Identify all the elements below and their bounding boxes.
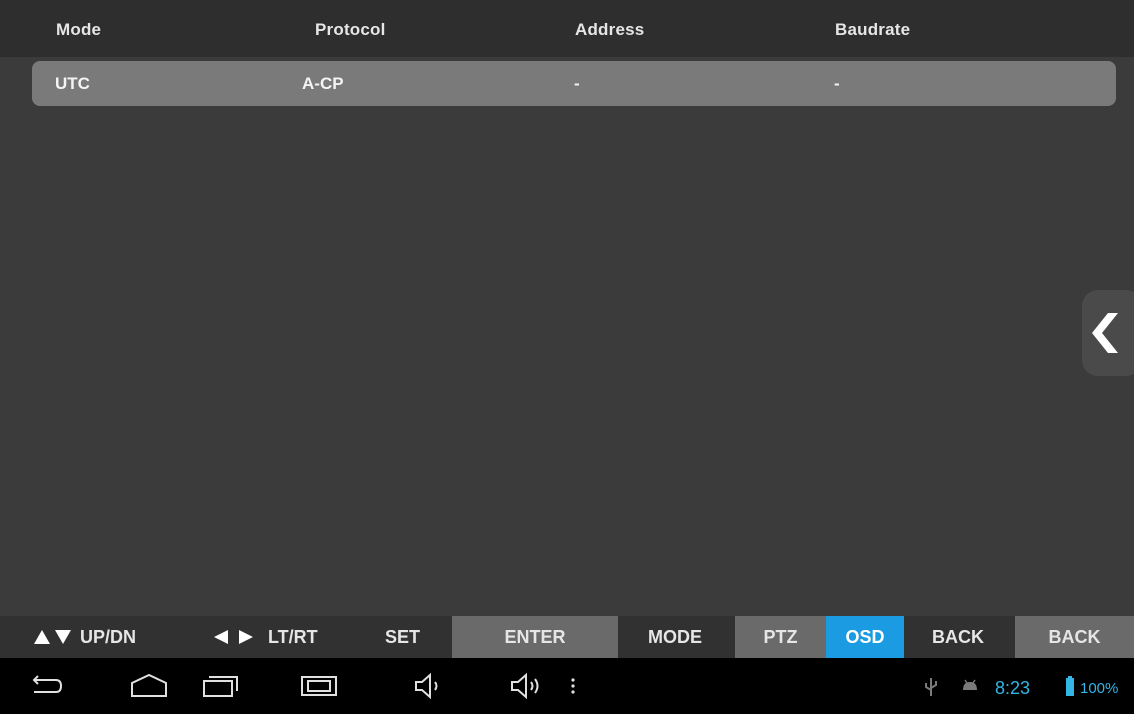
row-address: - [574, 74, 580, 93]
control-bar: UP/DN LT/RT SET ENTER MODE PTZ OSD BACK … [0, 616, 1134, 658]
battery-percent: 100% [1080, 680, 1119, 697]
enter-button[interactable]: ENTER [452, 616, 618, 658]
right-arrow-icon [239, 630, 253, 644]
recent-apps-icon[interactable] [200, 670, 242, 702]
row-mode: UTC [55, 74, 90, 93]
up-arrow-icon [34, 630, 50, 644]
down-arrow-icon [55, 630, 71, 644]
home-icon[interactable] [128, 670, 170, 702]
battery-icon [1066, 676, 1074, 696]
row-protocol: A-CP [302, 74, 344, 93]
ptz-button[interactable]: PTZ [735, 616, 826, 658]
osd-button[interactable]: OSD [826, 616, 904, 658]
left-arrow-icon [214, 630, 228, 644]
table-row[interactable]: UTC A-CP - - [32, 61, 1116, 106]
status-time: 8:23 [995, 678, 1031, 698]
set-label: SET [385, 627, 421, 647]
volume-up-icon[interactable] [508, 670, 546, 702]
ltrt-label[interactable]: LT/RT [268, 616, 318, 658]
system-nav-bar: 8:23 100% [0, 658, 1134, 714]
usb-icon [925, 678, 937, 696]
screenshot-icon[interactable] [298, 670, 340, 702]
row-baudrate: - [834, 74, 840, 93]
header-baudrate: Baudrate [835, 20, 911, 39]
menu-icon[interactable] [568, 670, 578, 702]
header-mode: Mode [56, 20, 102, 39]
android-icon [963, 679, 977, 690]
back-button[interactable]: BACK [1015, 616, 1134, 658]
table-header: Mode Protocol Address Baudrate [0, 0, 1134, 57]
header-protocol: Protocol [315, 20, 386, 39]
mode-label: MODE [648, 627, 702, 647]
app-frame: Mode Protocol Address Baudrate UTC A-CP … [0, 0, 1134, 714]
side-drawer-handle[interactable] [1082, 290, 1134, 376]
header-address: Address [575, 20, 645, 39]
volume-down-icon[interactable] [412, 670, 446, 702]
back-label: BACK [932, 627, 984, 647]
back-icon[interactable] [26, 670, 66, 702]
updn-label[interactable]: UP/DN [80, 616, 136, 658]
chevron-left-icon [1092, 313, 1118, 353]
